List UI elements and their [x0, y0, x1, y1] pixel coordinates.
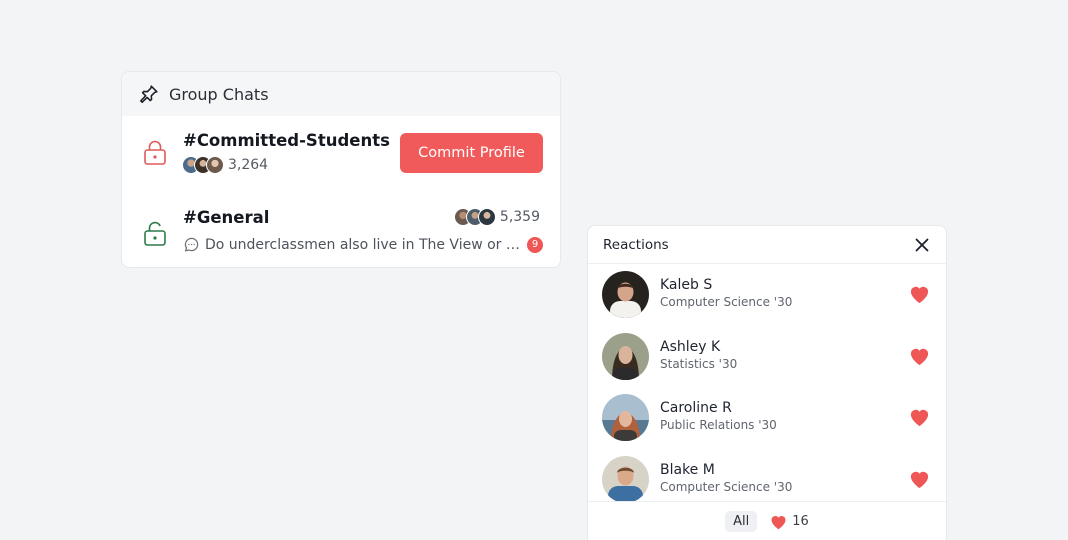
heart-icon	[908, 468, 931, 489]
person-name: Blake M	[660, 461, 715, 478]
avatar	[206, 156, 224, 174]
member-count: 3,264	[228, 157, 269, 173]
list-item[interactable]: Kaleb S Computer Science '30	[588, 264, 946, 326]
group-chats-title: Group Chats	[169, 84, 269, 104]
group-chats-header: Group Chats	[122, 72, 560, 116]
person-name: Ashley K	[660, 338, 721, 355]
list-item[interactable]: Ashley K Statistics '30	[588, 326, 946, 388]
avatar	[477, 208, 496, 226]
avatar	[602, 271, 649, 318]
person-name: Kaleb S	[660, 277, 713, 293]
chat-name: #General	[183, 208, 270, 227]
list-item[interactable]: Caroline R Public Relations '30	[588, 387, 946, 449]
heart-count: 16	[792, 514, 809, 529]
chat-name: #Committed-Students	[183, 131, 390, 150]
reactions-title: Reactions	[603, 236, 669, 253]
heart-icon	[908, 345, 931, 366]
unlock-icon	[142, 220, 168, 248]
pin-icon	[138, 83, 160, 105]
chat-bubble-icon	[183, 236, 200, 253]
reactions-header: Reactions	[588, 226, 946, 264]
commit-profile-button[interactable]: Commit Profile	[400, 133, 543, 173]
person-subtitle: Public Relations '30	[660, 418, 777, 432]
lock-icon	[142, 139, 168, 167]
heart-icon	[908, 283, 931, 304]
person-subtitle: Statistics '30	[660, 356, 738, 371]
person-name: Caroline R	[660, 400, 732, 416]
member-summary: 5,359	[453, 208, 540, 226]
reactions-footer: All 16	[588, 501, 946, 540]
avatar	[602, 394, 649, 441]
member-avatars	[453, 208, 496, 226]
chat-row-general[interactable]: #General 5,359 Do underclassmen also liv…	[122, 206, 560, 256]
avatar	[602, 455, 649, 503]
close-icon[interactable]	[913, 236, 931, 254]
last-message-preview: Do underclassmen also live in The View o…	[183, 236, 543, 253]
last-message-text: Do underclassmen also live in The View o…	[205, 236, 523, 253]
heart-icon	[908, 406, 931, 427]
unread-badge: 9	[527, 236, 543, 253]
member-summary: 3,264	[182, 156, 268, 174]
person-subtitle: Computer Science '30	[660, 295, 793, 309]
reactions-list: Kaleb S Computer Science '30 Ashley K St…	[588, 264, 946, 510]
group-chats-card: Group Chats #Committed-Students 3,264 Co…	[121, 71, 561, 268]
tab-all[interactable]: All	[725, 511, 758, 532]
person-subtitle: Computer Science '30	[660, 479, 793, 494]
avatar	[602, 332, 649, 380]
reactions-panel: Reactions Kaleb S Computer Science '30 A…	[587, 225, 947, 540]
chat-row-committed-students[interactable]: #Committed-Students 3,264 Commit Profile	[122, 128, 560, 188]
heart-icon	[769, 513, 788, 530]
tab-heart[interactable]: 16	[769, 513, 809, 530]
member-count: 5,359	[499, 209, 540, 225]
member-avatars	[182, 156, 224, 174]
